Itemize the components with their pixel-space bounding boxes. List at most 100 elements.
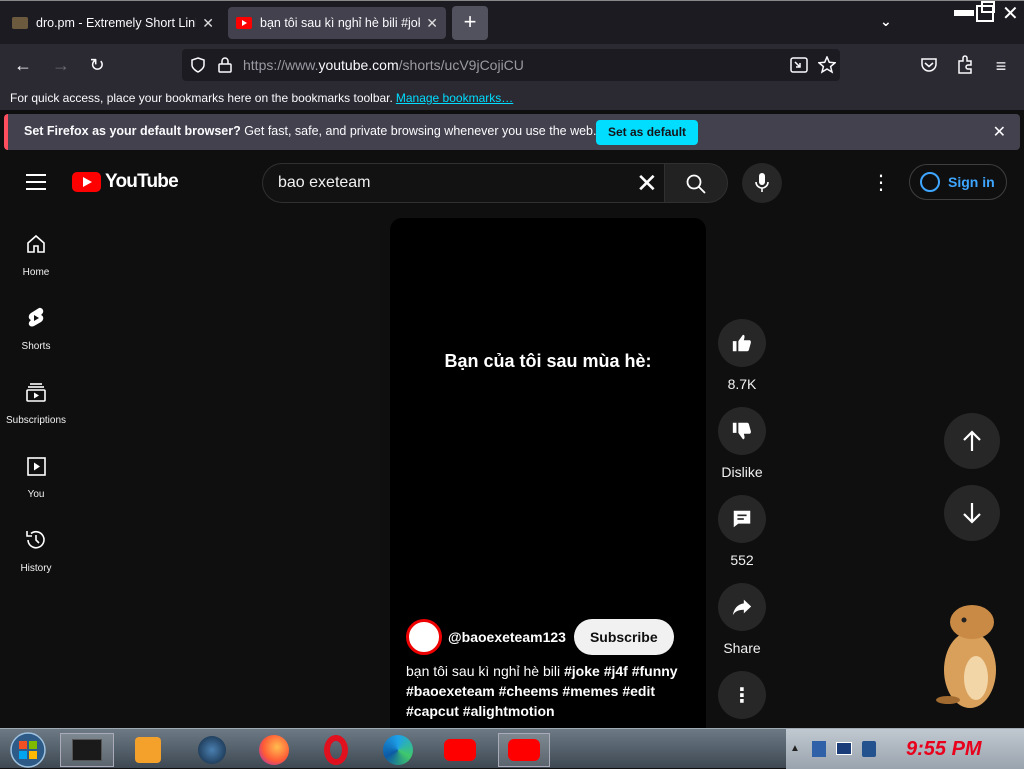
next-short-button[interactable] — [944, 485, 1000, 541]
shorts-video-player[interactable]: Bạn của tôi sau mùa hè: @baoexeteam123 S… — [390, 218, 706, 728]
search-box[interactable] — [262, 163, 664, 203]
back-button[interactable]: ← — [10, 52, 36, 78]
subscribe-button[interactable]: Subscribe — [573, 619, 674, 655]
sidebar-item-shorts[interactable]: Shorts — [0, 292, 72, 366]
history-icon — [26, 530, 45, 549]
forward-button[interactable]: → — [48, 52, 74, 78]
url-prefix: https://www. — [243, 57, 319, 73]
taskbar: ▲ 9:55 PM — [0, 728, 1024, 769]
start-button[interactable] — [4, 732, 52, 768]
media-player-icon — [135, 737, 161, 763]
tab-bar: dro.pm - Extremely Short Links ✕ bạn tôi… — [0, 0, 1024, 44]
close-window-button[interactable]: ✕ — [1002, 1, 1019, 26]
settings-more-icon[interactable]: ⋮ — [870, 170, 892, 196]
channel-avatar[interactable] — [406, 619, 442, 655]
taskbar-clock[interactable]: 9:55 PM — [906, 738, 982, 761]
subscriptions-icon — [26, 383, 46, 402]
network-icon[interactable] — [812, 741, 826, 757]
guide-menu-icon[interactable] — [26, 174, 46, 195]
description-hashtags[interactable]: #joke #j4f #funny — [564, 663, 678, 679]
more-vertical-icon: ⋮ — [732, 684, 752, 707]
search-input[interactable] — [278, 174, 618, 192]
picture-in-picture-icon[interactable] — [790, 57, 808, 73]
notification-text: Set Firefox as your default browser? Get… — [24, 124, 597, 138]
minimize-button[interactable]: ▬ — [954, 0, 974, 22]
channel-info: @baoexeteam123 Subscribe — [406, 619, 674, 655]
firefox-icon — [259, 735, 289, 765]
notification-bold: Set Firefox as your default browser? — [24, 124, 241, 138]
description-hashtags[interactable]: #capcut #alightmotion — [406, 703, 555, 719]
taskbar-app-youtube[interactable] — [438, 733, 482, 767]
display-icon[interactable] — [836, 742, 852, 755]
sign-in-button[interactable]: Sign in — [909, 164, 1007, 200]
share-button[interactable] — [718, 583, 766, 631]
default-browser-notification: Set Firefox as your default browser? Get… — [4, 114, 1020, 150]
video-description[interactable]: bạn tôi sau kì nghỉ hè bili #joke #j4f #… — [406, 661, 696, 721]
reload-button[interactable]: ↻ — [84, 52, 110, 78]
lock-icon[interactable] — [218, 57, 232, 73]
more-options-button[interactable]: ⋮ — [718, 671, 766, 719]
dislike-action: Dislike — [718, 407, 766, 480]
sidebar-item-history[interactable]: History — [0, 514, 72, 588]
list-all-tabs-chevron-icon[interactable]: ⌄ — [880, 13, 892, 30]
description-hashtags[interactable]: #baoexeteam #cheems #memes #edit — [406, 683, 655, 699]
extensions-icon[interactable] — [956, 55, 974, 75]
sidebar-item-home[interactable]: Home — [0, 218, 72, 292]
search-button[interactable] — [664, 163, 728, 203]
like-button[interactable] — [718, 319, 766, 367]
dislike-label: Dislike — [721, 464, 763, 480]
bookmarks-toolbar: For quick access, place your bookmarks h… — [0, 86, 1024, 110]
comments-action: 552 — [718, 495, 766, 568]
tab-close-icon[interactable]: ✕ — [202, 15, 214, 32]
tab-youtube-short[interactable]: bạn tôi sau kì nghỉ hè bili #jok ✕ — [228, 7, 446, 39]
previous-short-button[interactable] — [944, 413, 1000, 469]
sidebar-item-subscriptions[interactable]: Subscriptions — [0, 366, 72, 440]
url-text[interactable]: https://www.youtube.com/shorts/ucV9jCoji… — [243, 57, 524, 73]
url-bar[interactable]: https://www.youtube.com/shorts/ucV9jCoji… — [182, 49, 840, 81]
comments-button[interactable] — [718, 495, 766, 543]
taskbar-app-firefox[interactable] — [252, 733, 296, 767]
taskbar-app-opera[interactable] — [314, 733, 358, 767]
url-path: /shorts/ucV9jCojiCU — [398, 57, 524, 73]
sidebar-item-label: You — [27, 489, 45, 500]
youtube-logo[interactable]: YouTube — [72, 171, 179, 193]
system-tray: ▲ — [786, 729, 1024, 769]
taskbar-app-youtube-active[interactable] — [498, 733, 550, 767]
youtube-header: YouTube ✕ ⋮ Sign in — [0, 152, 1024, 212]
terminal-icon — [72, 739, 102, 761]
tab-dro-pm[interactable]: dro.pm - Extremely Short Links ✕ — [4, 7, 222, 39]
shield-icon[interactable] — [190, 57, 206, 73]
restore-button[interactable] — [976, 1, 995, 22]
notification-message: Get fast, safe, and private browsing whe… — [244, 124, 597, 138]
share-label: Share — [723, 640, 761, 656]
youtube-icon — [444, 739, 476, 761]
edge-icon — [383, 735, 413, 765]
new-tab-button[interactable]: + — [452, 6, 488, 40]
taskbar-app-media-player[interactable] — [126, 733, 170, 767]
clear-search-icon[interactable]: ✕ — [636, 168, 658, 198]
notification-close-icon[interactable]: ✕ — [993, 122, 1006, 142]
taskbar-app-terminal[interactable] — [60, 733, 114, 767]
taskbar-app-globe[interactable] — [190, 733, 234, 767]
tray-expand-icon[interactable]: ▲ — [790, 743, 800, 754]
sidebar-item-label: History — [20, 563, 52, 574]
voice-search-button[interactable] — [742, 163, 782, 203]
sidebar-item-you[interactable]: You — [0, 440, 72, 514]
dislike-button[interactable] — [718, 407, 766, 455]
arrow-up-icon — [963, 430, 981, 451]
youtube-wordmark: YouTube — [105, 171, 179, 192]
taskbar-app-edge[interactable] — [376, 733, 420, 767]
bookmark-star-icon[interactable] — [818, 56, 836, 74]
volume-icon[interactable] — [862, 741, 876, 757]
manage-bookmarks-link[interactable]: Manage bookmarks… — [396, 91, 513, 105]
sign-in-label: Sign in — [948, 174, 995, 190]
channel-name[interactable]: @baoexeteam123 — [448, 629, 566, 645]
bookmarks-hint: For quick access, place your bookmarks h… — [10, 91, 393, 105]
youtube-icon — [508, 739, 540, 761]
pocket-icon[interactable] — [920, 56, 938, 74]
hamster-desktop-pet-icon[interactable] — [920, 600, 1010, 712]
tab-close-icon[interactable]: ✕ — [426, 15, 438, 32]
app-menu-hamburger-icon[interactable]: ≡ — [988, 53, 1014, 79]
search-icon — [686, 174, 706, 194]
set-as-default-button[interactable]: Set as default — [596, 120, 699, 145]
